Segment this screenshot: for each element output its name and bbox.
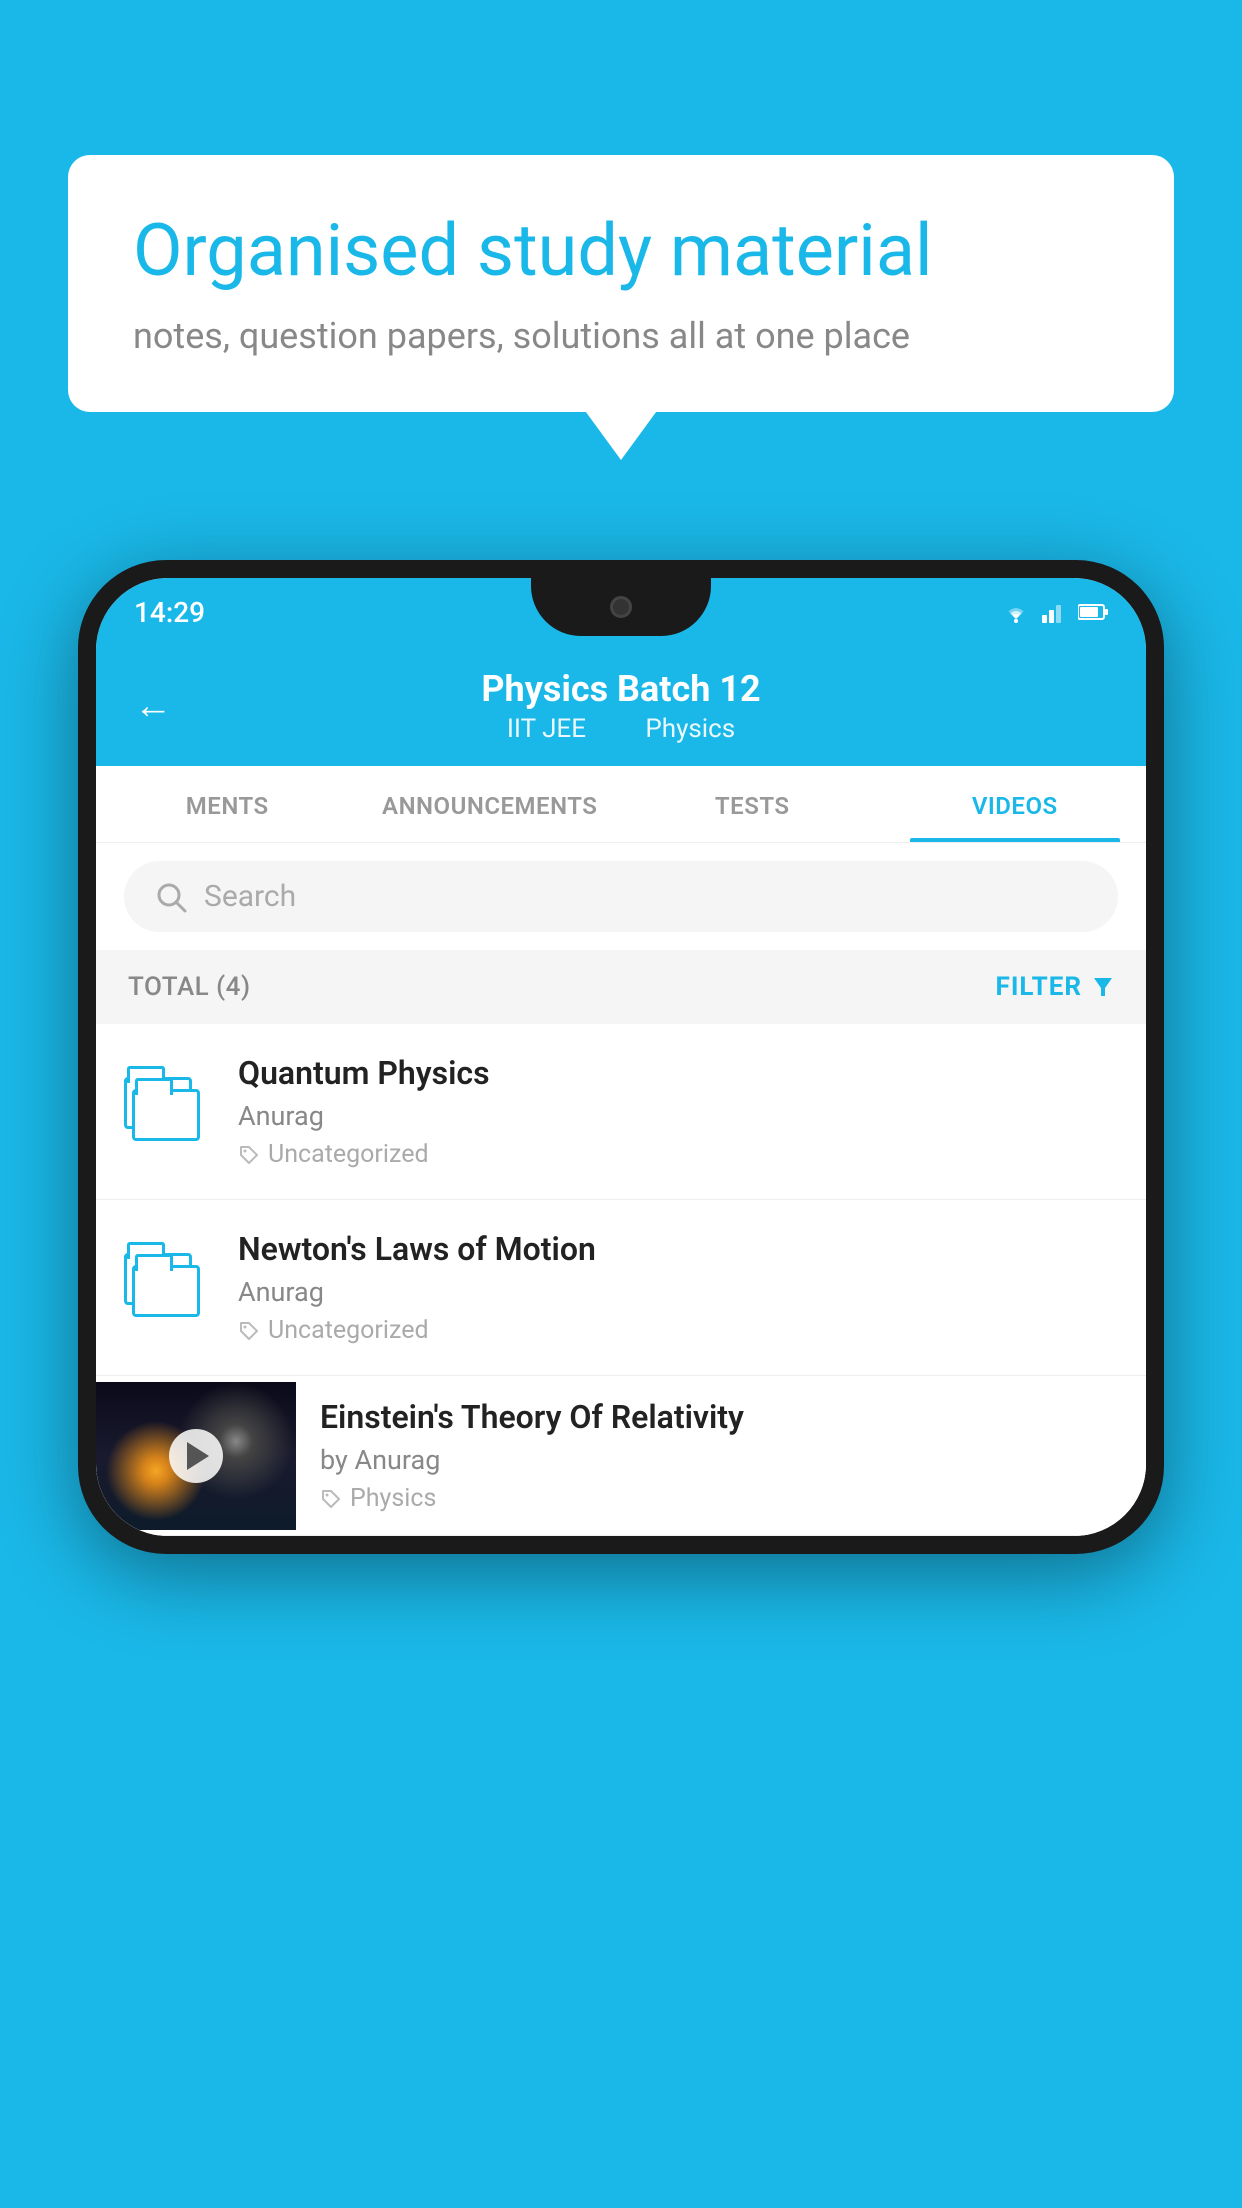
- item-tag-text: Uncategorized: [268, 1140, 429, 1169]
- status-icons: [1002, 601, 1108, 623]
- speech-bubble-subtitle: notes, question papers, solutions all at…: [133, 315, 1109, 357]
- list-item[interactable]: Newton's Laws of Motion Anurag Uncategor…: [96, 1200, 1146, 1376]
- tabs-bar: MENTS ANNOUNCEMENTS TESTS VIDEOS: [96, 766, 1146, 843]
- speech-bubble-title: Organised study material: [133, 210, 1109, 293]
- search-bar-container: Search: [96, 843, 1146, 950]
- item-title: Quantum Physics: [238, 1054, 1118, 1092]
- tab-tests[interactable]: TESTS: [621, 766, 884, 842]
- status-time: 14:29: [134, 596, 205, 629]
- video-list: Quantum Physics Anurag Uncategorized: [96, 1024, 1146, 1536]
- video-thumbnail: [96, 1382, 296, 1530]
- item-tag-text: Uncategorized: [268, 1316, 429, 1345]
- tab-ments[interactable]: MENTS: [96, 766, 359, 842]
- header-titles: Physics Batch 12 IIT JEE Physics: [192, 668, 1050, 744]
- item-tag: Uncategorized: [238, 1316, 1118, 1345]
- item-content: Newton's Laws of Motion Anurag Uncategor…: [238, 1230, 1118, 1345]
- phone-outer: 14:29: [78, 560, 1164, 1554]
- status-bar: 14:29: [96, 578, 1146, 646]
- header-sub-title: IIT JEE Physics: [192, 714, 1050, 744]
- speech-bubble-card: Organised study material notes, question…: [68, 155, 1174, 412]
- header-sub-part2: Physics: [645, 714, 735, 744]
- header-main-title: Physics Batch 12: [192, 668, 1050, 710]
- filter-funnel-icon: [1092, 976, 1114, 998]
- tab-videos[interactable]: VIDEOS: [884, 766, 1147, 842]
- camera-dot: [610, 596, 632, 618]
- item-tag-text: Physics: [350, 1484, 436, 1513]
- play-triangle-icon: [187, 1442, 209, 1470]
- back-button[interactable]: ←: [134, 687, 172, 725]
- notch: [531, 578, 711, 636]
- filter-button[interactable]: FILTER: [996, 972, 1114, 1002]
- signal-icon: [1042, 601, 1066, 623]
- list-item[interactable]: Quantum Physics Anurag Uncategorized: [96, 1024, 1146, 1200]
- total-count: TOTAL (4): [128, 972, 251, 1002]
- item-author: Anurag: [238, 1276, 1118, 1308]
- tab-announcements[interactable]: ANNOUNCEMENTS: [359, 766, 622, 842]
- battery-icon: [1078, 603, 1108, 621]
- list-item[interactable]: Einstein's Theory Of Relativity by Anura…: [96, 1376, 1146, 1536]
- speech-bubble: Organised study material notes, question…: [68, 155, 1174, 412]
- folder-front: [132, 1089, 200, 1141]
- tag-icon: [320, 1488, 342, 1510]
- filter-bar: TOTAL (4) FILTER: [96, 950, 1146, 1024]
- item-author: by Anurag: [320, 1444, 1122, 1476]
- phone-mockup: 14:29: [78, 560, 1164, 1554]
- item-content: Einstein's Theory Of Relativity by Anura…: [296, 1376, 1146, 1535]
- header-sub-separator: [612, 714, 625, 744]
- item-tag: Physics: [320, 1484, 1122, 1513]
- folder-icon: [124, 1077, 214, 1147]
- play-button[interactable]: [169, 1429, 223, 1483]
- header-sub-part1: IIT JEE: [507, 714, 586, 744]
- search-bar[interactable]: Search: [124, 861, 1118, 932]
- item-title: Einstein's Theory Of Relativity: [320, 1398, 1122, 1436]
- item-author: Anurag: [238, 1100, 1118, 1132]
- wifi-icon: [1002, 601, 1030, 623]
- phone-screen: 14:29: [96, 578, 1146, 1536]
- folder-icon: [124, 1253, 214, 1323]
- tag-icon: [238, 1144, 260, 1166]
- item-content: Quantum Physics Anurag Uncategorized: [238, 1054, 1118, 1169]
- app-header: ← Physics Batch 12 IIT JEE Physics: [96, 646, 1146, 766]
- folder-front: [132, 1265, 200, 1317]
- item-tag: Uncategorized: [238, 1140, 1118, 1169]
- filter-label: FILTER: [996, 972, 1082, 1002]
- item-title: Newton's Laws of Motion: [238, 1230, 1118, 1268]
- search-icon: [154, 880, 188, 914]
- search-placeholder-text: Search: [204, 879, 296, 914]
- tag-icon: [238, 1320, 260, 1342]
